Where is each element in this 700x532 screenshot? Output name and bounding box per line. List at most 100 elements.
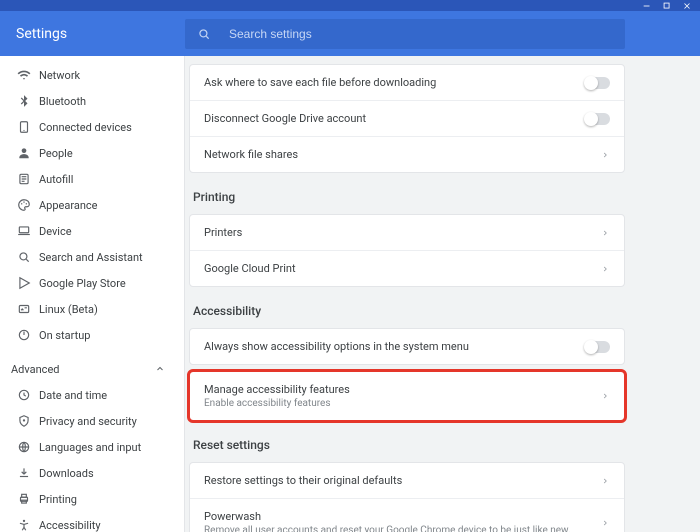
autofill-icon [17, 172, 39, 186]
sidebar-item-label: Accessibility [39, 519, 101, 532]
sidebar-item-label: Autofill [39, 173, 73, 186]
sidebar-item-shield[interactable]: Privacy and security [0, 408, 184, 434]
downloads-card: Ask where to save each file before downl… [189, 64, 625, 173]
sidebar-item-label: Appearance [39, 199, 98, 212]
row-label: Restore settings to their original defau… [204, 474, 402, 487]
row-label: Google Cloud Print [204, 262, 296, 275]
wifi-icon [17, 68, 39, 82]
sidebar-item-label: On startup [39, 329, 90, 342]
sidebar-item-label: Bluetooth [39, 95, 86, 108]
manage-accessibility-card: Manage accessibility features Enable acc… [189, 371, 625, 421]
sidebar-item-autofill[interactable]: Autofill [0, 166, 184, 192]
clock-icon [17, 388, 39, 402]
a11y-show-options-row[interactable]: Always show accessibility options in the… [190, 329, 624, 364]
search-input[interactable] [229, 27, 613, 41]
sidebar-item-search[interactable]: Search and Assistant [0, 244, 184, 270]
manage-a11y-features-row[interactable]: Manage accessibility features Enable acc… [190, 372, 624, 420]
shield-icon [17, 414, 39, 428]
sidebar-advanced-label: Advanced [11, 363, 59, 376]
palette-icon [17, 198, 39, 212]
sidebar-advanced-header[interactable]: Advanced [0, 356, 184, 382]
sidebar-item-label: People [39, 147, 73, 160]
sidebar-item-label: Google Play Store [39, 277, 126, 290]
chevron-right-icon [600, 150, 610, 160]
section-title-accessibility: Accessibility [193, 304, 625, 318]
play-icon [17, 276, 39, 290]
powerwash-row[interactable]: Powerwash Remove all user accounts and r… [190, 498, 624, 532]
ask-save-location-row[interactable]: Ask where to save each file before downl… [190, 65, 624, 100]
search-icon [197, 27, 211, 41]
toggle-switch[interactable] [586, 341, 610, 353]
chevron-up-icon [154, 363, 166, 375]
minimize-button[interactable] [642, 1, 652, 11]
sidebar-item-label: Device [39, 225, 72, 238]
printers-row[interactable]: Printers [190, 215, 624, 250]
row-label: Printers [204, 226, 242, 239]
bt-icon [17, 94, 39, 108]
sidebar-item-label: Downloads [39, 467, 94, 480]
printer-icon [17, 492, 39, 506]
row-label: Powerwash [204, 510, 571, 523]
sidebar-item-label: Date and time [39, 389, 107, 402]
chevron-right-icon [600, 264, 610, 274]
sidebar-item-label: Privacy and security [39, 415, 137, 428]
sidebar-item-globe[interactable]: Languages and input [0, 434, 184, 460]
power-icon [17, 328, 39, 342]
row-sublabel: Enable accessibility features [204, 398, 350, 409]
sidebar-item-device[interactable]: Connected devices [0, 114, 184, 140]
sidebar-item-power[interactable]: On startup [0, 322, 184, 348]
close-window-button[interactable] [682, 1, 692, 11]
download-icon [17, 466, 39, 480]
person-icon [17, 146, 39, 160]
toggle-switch[interactable] [586, 113, 610, 125]
google-cloud-print-row[interactable]: Google Cloud Print [190, 250, 624, 286]
app-header: Settings [0, 11, 700, 56]
chevron-right-icon [600, 391, 610, 401]
disconnect-drive-row[interactable]: Disconnect Google Drive account [190, 100, 624, 136]
toggle-switch[interactable] [586, 77, 610, 89]
device-icon [17, 120, 39, 134]
app-title: Settings [0, 26, 185, 42]
sidebar: Network Bluetooth Connected devices People A… [0, 56, 185, 532]
row-label: Network file shares [204, 148, 298, 161]
row-label: Always show accessibility options in the… [204, 340, 469, 353]
title-bar [0, 0, 700, 11]
sidebar-item-label: Network [39, 69, 80, 82]
maximize-button[interactable] [662, 1, 672, 11]
globe-icon [17, 440, 39, 454]
linux-icon [17, 302, 39, 316]
sidebar-item-label: Languages and input [39, 441, 141, 454]
sidebar-item-play[interactable]: Google Play Store [0, 270, 184, 296]
sidebar-item-download[interactable]: Downloads [0, 460, 184, 486]
search-icon [17, 250, 39, 264]
chevron-right-icon [600, 476, 610, 486]
sidebar-item-palette[interactable]: Appearance [0, 192, 184, 218]
section-title-printing: Printing [193, 190, 625, 204]
laptop-icon [17, 224, 39, 238]
sidebar-item-person[interactable]: People [0, 140, 184, 166]
sidebar-item-label: Printing [39, 493, 77, 506]
row-label: Manage accessibility features [204, 383, 350, 396]
section-title-reset: Reset settings [193, 438, 625, 452]
sidebar-item-clock[interactable]: Date and time [0, 382, 184, 408]
sidebar-item-bt[interactable]: Bluetooth [0, 88, 184, 114]
sidebar-item-printer[interactable]: Printing [0, 486, 184, 512]
reset-card: Restore settings to their original defau… [189, 462, 625, 532]
network-file-shares-row[interactable]: Network file shares [190, 136, 624, 172]
restore-defaults-row[interactable]: Restore settings to their original defau… [190, 463, 624, 498]
sidebar-item-linux[interactable]: Linux (Beta) [0, 296, 184, 322]
sidebar-item-label: Linux (Beta) [39, 303, 98, 316]
row-sublabel: Remove all user accounts and reset your … [204, 525, 571, 532]
search-box[interactable] [185, 19, 625, 49]
sidebar-item-label: Search and Assistant [39, 251, 143, 264]
sidebar-item-laptop[interactable]: Device [0, 218, 184, 244]
a11y-icon [17, 518, 39, 532]
accessibility-card: Always show accessibility options in the… [189, 328, 625, 365]
content-area: Ask where to save each file before downl… [185, 56, 700, 532]
sidebar-item-a11y[interactable]: Accessibility [0, 512, 184, 532]
sidebar-item-label: Connected devices [39, 121, 132, 134]
row-label: Ask where to save each file before downl… [204, 76, 436, 89]
row-label: Disconnect Google Drive account [204, 112, 366, 125]
sidebar-item-wifi[interactable]: Network [0, 62, 184, 88]
printing-card: Printers Google Cloud Print [189, 214, 625, 287]
